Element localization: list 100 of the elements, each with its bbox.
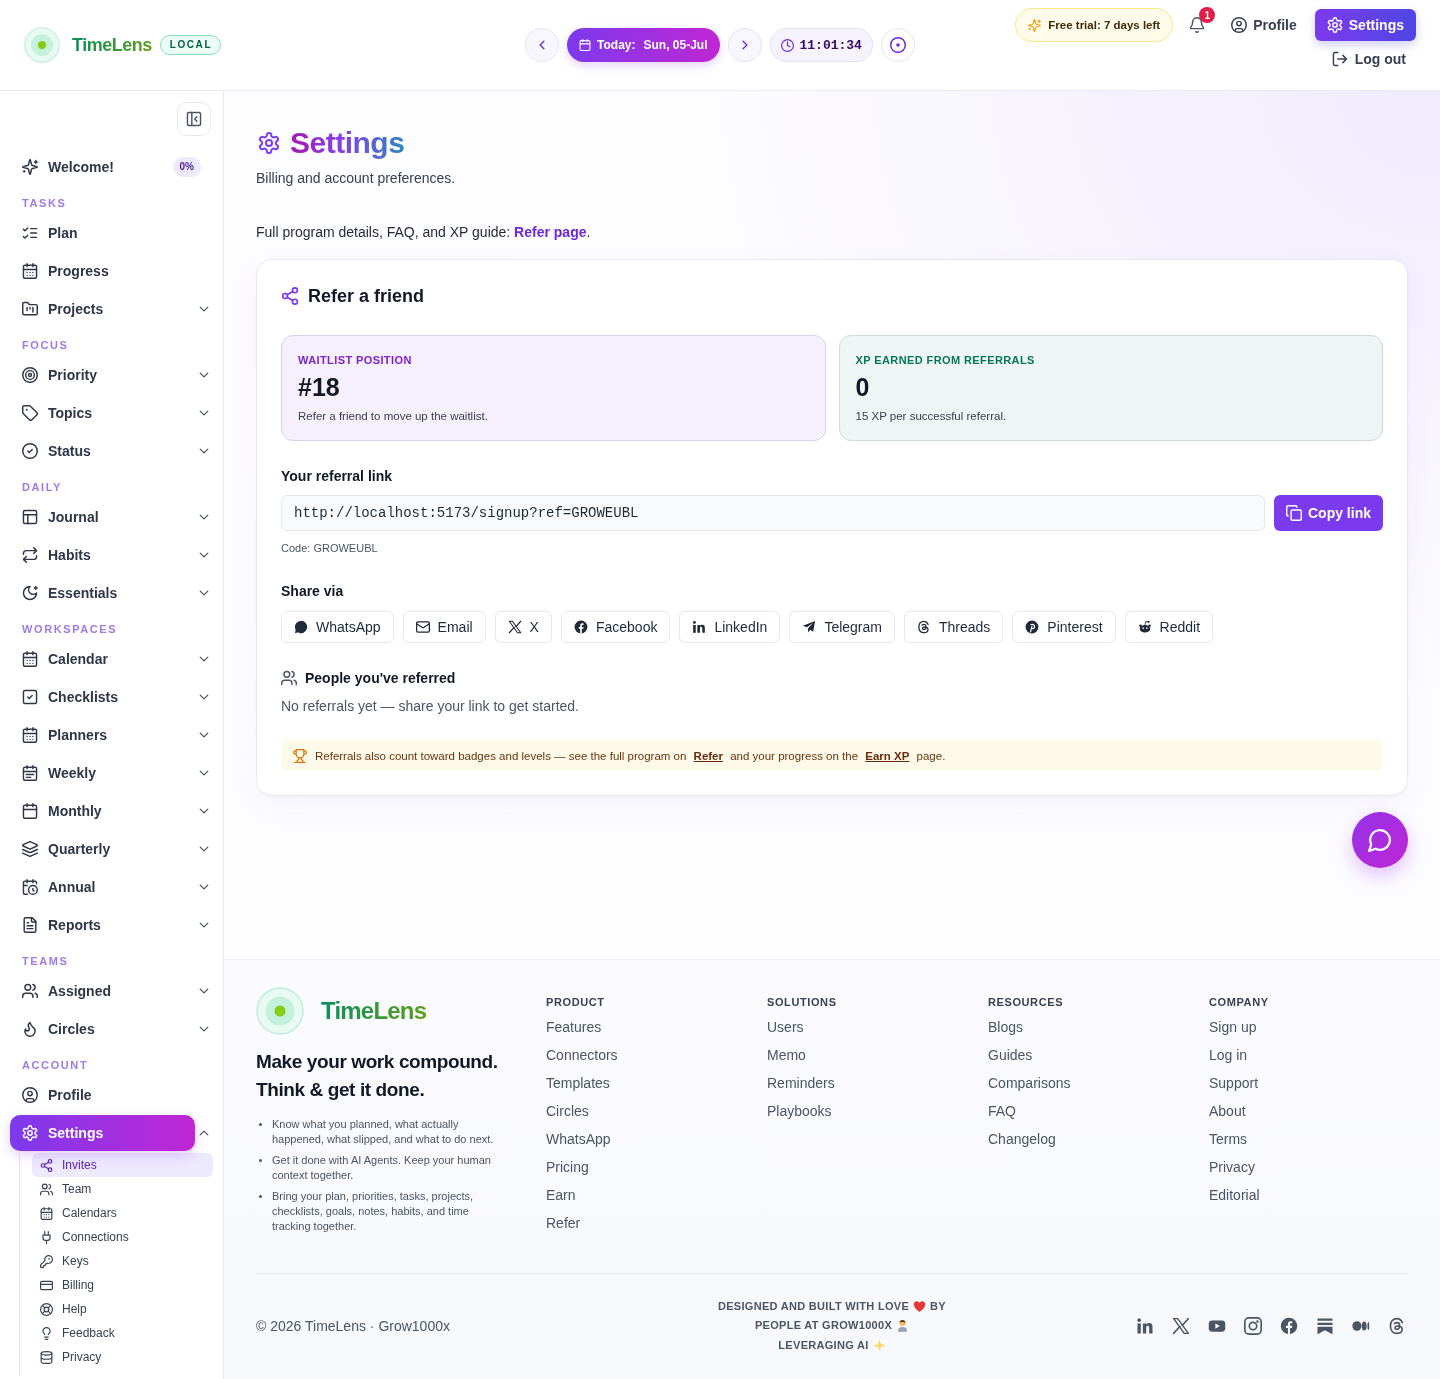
settings-icon: [1326, 17, 1343, 33]
footer-link[interactable]: Connectors: [546, 1044, 618, 1065]
credit-card-icon: [40, 1278, 53, 1292]
text-link[interactable]: Refer: [693, 749, 723, 762]
footer-link[interactable]: Playbooks: [767, 1100, 832, 1121]
chat-button[interactable]: [1352, 812, 1408, 868]
moon-icon: [22, 585, 38, 601]
date-picker-button[interactable]: Today: Sun, 05-Jul: [567, 28, 720, 62]
profile-link[interactable]: Profile: [1231, 17, 1297, 33]
instagram-icon[interactable]: [1244, 1316, 1262, 1335]
share-button[interactable]: Telegram: [789, 611, 895, 643]
referral-code: Code: GROWEUBL: [281, 541, 379, 556]
footer-link[interactable]: Circles: [546, 1100, 589, 1121]
share-button[interactable]: WhatsApp: [281, 611, 394, 643]
sidebar-item[interactable]: Settings: [10, 1115, 195, 1151]
footer-link[interactable]: Reminders: [767, 1072, 835, 1093]
sidebar-item[interactable]: Topics: [10, 395, 195, 431]
footer-link[interactable]: Log in: [1209, 1044, 1248, 1065]
share-button[interactable]: LinkedIn: [679, 611, 781, 643]
sidebar-item[interactable]: Calendar: [10, 641, 195, 677]
sidebar-subitem[interactable]: Help: [32, 1297, 213, 1321]
facebook-icon[interactable]: [1280, 1316, 1298, 1335]
feature-bullet: Get it done with AI Agents. Keep your human context together.: [256, 1152, 504, 1183]
referral-link-field[interactable]: http://localhost:5173/signup?ref=GROWEUBL: [281, 495, 1265, 531]
sidebar-item[interactable]: Profile: [10, 1077, 213, 1113]
x-logo-icon[interactable]: [1172, 1316, 1190, 1335]
footer-link[interactable]: Privacy: [1209, 1156, 1255, 1177]
footer-link[interactable]: Pricing: [546, 1156, 589, 1177]
settings-button[interactable]: Settings: [1314, 9, 1416, 41]
sidebar-item[interactable]: Checklists: [10, 679, 195, 715]
stat-value: 0: [855, 373, 871, 401]
sidebar-subitem[interactable]: Keys: [32, 1249, 213, 1273]
sidebar-subitem[interactable]: Connections: [32, 1225, 213, 1249]
collapse-sidebar-button[interactable]: [177, 102, 211, 136]
sidebar-item[interactable]: Projects: [10, 291, 195, 327]
footer-link[interactable]: Editorial: [1209, 1184, 1260, 1205]
sidebar-item[interactable]: Quarterly: [10, 831, 195, 867]
share-button[interactable]: Email: [402, 611, 486, 643]
sidebar-item[interactable]: Weekly: [10, 755, 195, 791]
sidebar-item[interactable]: Circles: [10, 1011, 195, 1047]
share-button[interactable]: Reddit: [1124, 611, 1214, 643]
notifications-button[interactable]: 1: [1189, 7, 1216, 33]
copy-link-button[interactable]: Copy link: [1274, 495, 1383, 531]
footer-link[interactable]: Users: [767, 1016, 804, 1037]
footer-link[interactable]: Changelog: [988, 1128, 1056, 1149]
sidebar-item[interactable]: Habits: [10, 537, 195, 573]
sidebar-item[interactable]: Status: [10, 433, 195, 469]
sidebar-subitem[interactable]: Invites: [32, 1153, 213, 1177]
column-heading: COMPANY: [1209, 994, 1270, 1009]
pinterest-icon: [1025, 620, 1040, 634]
calendar-icon: [22, 263, 38, 279]
share-button[interactable]: Pinterest: [1012, 611, 1116, 643]
text-link[interactable]: Earn XP: [865, 749, 910, 762]
lifebuoy-icon: [40, 1302, 53, 1316]
footer-link[interactable]: Blogs: [988, 1016, 1024, 1037]
footer-link[interactable]: Sign up: [1209, 1016, 1257, 1037]
footer-link[interactable]: About: [1209, 1100, 1246, 1121]
footer-link[interactable]: Support: [1209, 1072, 1259, 1093]
footer-link[interactable]: FAQ: [988, 1100, 1016, 1121]
footer-link[interactable]: Features: [546, 1016, 602, 1037]
sidebar-item[interactable]: Progress: [10, 253, 213, 289]
logout-link[interactable]: Log out: [1331, 51, 1406, 67]
sidebar-subitem[interactable]: Team: [32, 1177, 213, 1201]
sidebar-item[interactable]: Planners: [10, 717, 195, 753]
sidebar-item[interactable]: Essentials: [10, 575, 195, 611]
checklist-icon: [22, 225, 38, 241]
field-label: Your referral link: [281, 467, 393, 485]
linkedin-icon[interactable]: [1136, 1316, 1154, 1335]
sidebar-item[interactable]: Monthly: [10, 793, 195, 829]
sidebar-subitem[interactable]: Feedback: [32, 1321, 213, 1345]
sidebar-item[interactable]: Journal: [10, 499, 195, 535]
focus-button[interactable]: [880, 28, 915, 62]
ribbon-icon[interactable]: [1316, 1316, 1334, 1335]
sidebar-subitem[interactable]: Billing: [32, 1273, 213, 1297]
footer-link[interactable]: Earn: [546, 1184, 576, 1205]
share-button[interactable]: X: [494, 611, 552, 643]
threads-icon[interactable]: [1388, 1316, 1406, 1335]
stat-value: #18: [298, 373, 341, 401]
sidebar-subitem[interactable]: Privacy: [32, 1345, 213, 1369]
sidebar-item[interactable]: Annual: [10, 869, 195, 905]
sidebar-item[interactable]: Plan: [10, 215, 213, 251]
sidebar-item[interactable]: Welcome! 0%: [10, 149, 213, 185]
footer-link[interactable]: WhatsApp: [546, 1128, 611, 1149]
sidebar-item[interactable]: Assigned: [10, 973, 195, 1009]
calendar-icon: [22, 727, 38, 743]
share-button[interactable]: Threads: [903, 611, 1004, 643]
sidebar-item[interactable]: Priority: [10, 357, 195, 393]
footer-link[interactable]: Templates: [546, 1072, 610, 1093]
section-label: TEAMS: [21, 954, 70, 969]
calendar-clock-icon: [22, 879, 38, 895]
footer-link[interactable]: Guides: [988, 1044, 1033, 1065]
footer-link[interactable]: Memo: [767, 1044, 806, 1065]
layers-icon: [22, 841, 38, 857]
footer-link[interactable]: Terms: [1209, 1128, 1248, 1149]
stat-note: Refer a friend to move up the waitlist.: [298, 409, 489, 424]
share-button[interactable]: Facebook: [560, 611, 671, 643]
footer-link[interactable]: Refer: [546, 1212, 581, 1233]
sidebar-subitem[interactable]: Calendars: [32, 1201, 213, 1225]
sidebar-item[interactable]: Reports: [10, 907, 195, 943]
footer-link[interactable]: Comparisons: [988, 1072, 1071, 1093]
